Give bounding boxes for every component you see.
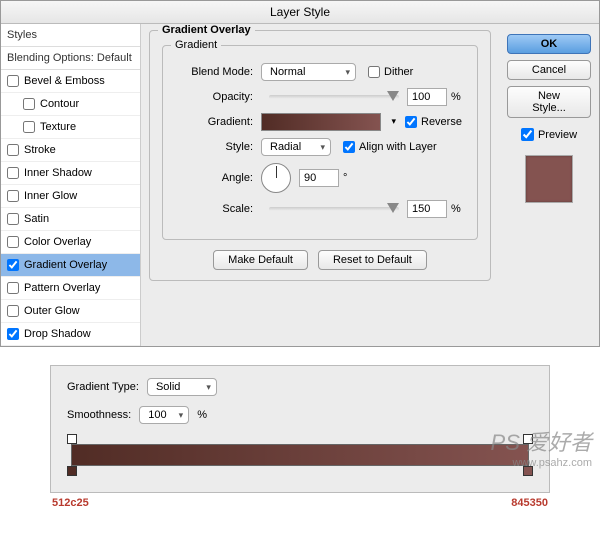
sidebar-item-label: Contour	[40, 98, 79, 110]
cancel-button[interactable]: Cancel	[507, 60, 591, 80]
dither-checkbox[interactable]: Dither	[368, 66, 413, 78]
sidebar-item-texture[interactable]: Texture	[1, 116, 140, 139]
group-title: Gradient Overlay	[158, 24, 255, 36]
blend-mode-select[interactable]: Normal	[261, 63, 356, 81]
gradient-type-select[interactable]: Solid	[147, 378, 217, 396]
scale-input[interactable]: 150	[407, 200, 447, 218]
sidebar-item-label: Inner Shadow	[24, 167, 92, 179]
preview-checkbox[interactable]: Preview	[507, 128, 591, 141]
ok-button[interactable]: OK	[507, 34, 591, 54]
smoothness-input[interactable]: 100	[139, 406, 189, 424]
sidebar-checkbox[interactable]	[7, 144, 19, 156]
sidebar-checkbox[interactable]	[7, 305, 19, 317]
sidebar-item-label: Pattern Overlay	[24, 282, 100, 294]
color-stop-right[interactable]	[523, 466, 533, 476]
sidebar-item-label: Outer Glow	[24, 305, 80, 317]
reset-default-button[interactable]: Reset to Default	[318, 250, 427, 270]
sidebar-item-label: Gradient Overlay	[24, 259, 107, 271]
sidebar-item-outer-glow[interactable]: Outer Glow	[1, 300, 140, 323]
gradient-label: Gradient:	[175, 116, 253, 128]
preview-swatch	[525, 155, 573, 203]
window-title: Layer Style	[1, 1, 599, 24]
sidebar-item-label: Satin	[24, 213, 49, 225]
sidebar-checkbox[interactable]	[23, 98, 35, 110]
angle-dial[interactable]	[261, 163, 291, 193]
angle-input[interactable]: 90	[299, 169, 339, 187]
gradient-swatch[interactable]	[261, 113, 381, 131]
gradient-type-label: Gradient Type:	[67, 381, 139, 393]
sidebar-item-label: Color Overlay	[24, 236, 91, 248]
sidebar-item-label: Inner Glow	[24, 190, 77, 202]
make-default-button[interactable]: Make Default	[213, 250, 308, 270]
gradient-editor-panel: Gradient Type: Solid Smoothness: 100 %	[50, 365, 550, 493]
reverse-checkbox[interactable]: Reverse	[405, 116, 462, 128]
sidebar-item-drop-shadow[interactable]: Drop Shadow	[1, 323, 140, 346]
style-select[interactable]: Radial	[261, 138, 331, 156]
style-label: Style:	[175, 141, 253, 153]
sidebar-item-contour[interactable]: Contour	[1, 93, 140, 116]
sidebar-item-gradient-overlay[interactable]: Gradient Overlay	[1, 254, 140, 277]
scale-slider[interactable]	[269, 207, 399, 211]
inner-title: Gradient	[171, 39, 221, 51]
sidebar-checkbox[interactable]	[23, 121, 35, 133]
sidebar-item-inner-glow[interactable]: Inner Glow	[1, 185, 140, 208]
align-checkbox[interactable]: Align with Layer	[343, 141, 437, 153]
styles-sidebar: Styles Blending Options: Default Bevel &…	[1, 24, 141, 346]
sidebar-item-label: Texture	[40, 121, 76, 133]
sidebar-checkbox[interactable]	[7, 328, 19, 340]
angle-label: Angle:	[175, 172, 253, 184]
sidebar-header-styles[interactable]: Styles	[1, 24, 140, 47]
sidebar-item-color-overlay[interactable]: Color Overlay	[1, 231, 140, 254]
sidebar-item-inner-shadow[interactable]: Inner Shadow	[1, 162, 140, 185]
opacity-label: Opacity:	[175, 91, 253, 103]
degree-icon: °	[343, 172, 347, 184]
percent-icon: %	[451, 91, 461, 103]
sidebar-item-stroke[interactable]: Stroke	[1, 139, 140, 162]
sidebar-item-satin[interactable]: Satin	[1, 208, 140, 231]
new-style-button[interactable]: New Style...	[507, 86, 591, 118]
sidebar-checkbox[interactable]	[7, 282, 19, 294]
sidebar-item-label: Drop Shadow	[24, 328, 91, 340]
sidebar-checkbox[interactable]	[7, 213, 19, 225]
sidebar-item-label: Stroke	[24, 144, 56, 156]
sidebar-checkbox[interactable]	[7, 236, 19, 248]
color-stop-left[interactable]	[67, 466, 77, 476]
opacity-input[interactable]: 100	[407, 88, 447, 106]
scale-label: Scale:	[175, 203, 253, 215]
sidebar-item-bevel-emboss[interactable]: Bevel & Emboss	[1, 70, 140, 93]
blend-mode-label: Blend Mode:	[175, 66, 253, 78]
sidebar-checkbox[interactable]	[7, 75, 19, 87]
gradient-bar[interactable]	[71, 444, 529, 466]
percent-icon: %	[451, 203, 461, 215]
opacity-stop-left[interactable]	[67, 434, 77, 444]
opacity-slider[interactable]	[269, 95, 399, 99]
sidebar-checkbox[interactable]	[7, 167, 19, 179]
sidebar-item-pattern-overlay[interactable]: Pattern Overlay	[1, 277, 140, 300]
sidebar-checkbox[interactable]	[7, 259, 19, 271]
sidebar-header-blending[interactable]: Blending Options: Default	[1, 47, 140, 70]
color-hex-right: 845350	[511, 497, 548, 509]
sidebar-checkbox[interactable]	[7, 190, 19, 202]
opacity-stop-right[interactable]	[523, 434, 533, 444]
percent-icon: %	[197, 409, 207, 421]
smoothness-label: Smoothness:	[67, 409, 131, 421]
color-hex-left: 512c25	[52, 497, 89, 509]
sidebar-item-label: Bevel & Emboss	[24, 75, 105, 87]
